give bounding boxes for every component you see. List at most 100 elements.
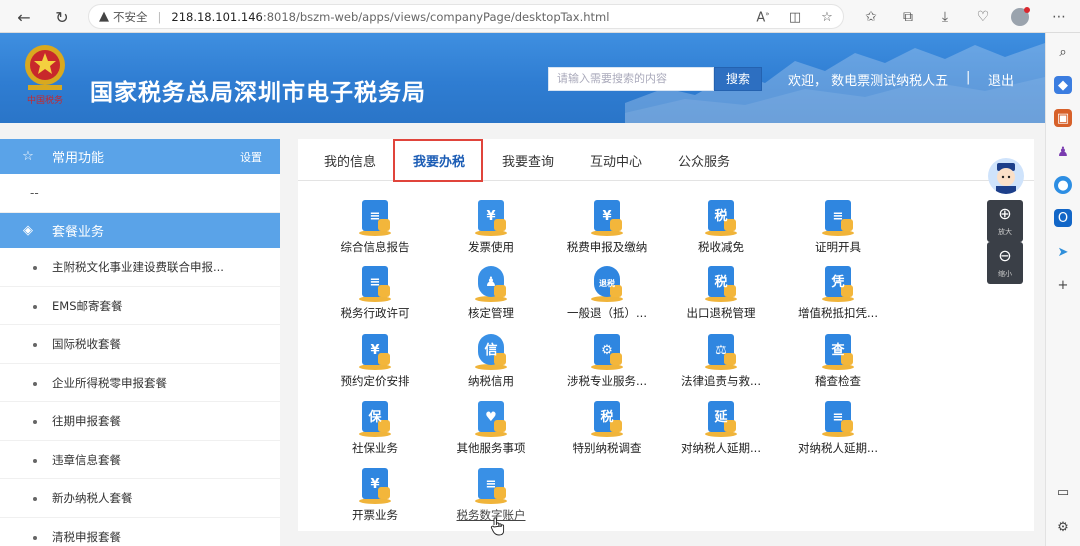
service-tile-icon: ⚖ <box>699 331 743 371</box>
header-separator: | <box>966 70 971 85</box>
service-tile-label: 综合信息报告 <box>340 240 410 254</box>
service-tile[interactable]: ≡ 证明开具 <box>779 197 897 255</box>
screen-icon[interactable]: ▭ <box>1054 483 1072 501</box>
tab-bar: 我的信息 我要办税 我要查询 互动中心 公众服务 <box>298 139 1034 182</box>
zoom-in-button[interactable]: ⊕ 放大 <box>987 200 1023 242</box>
service-tile-icon: ♟ <box>469 263 513 303</box>
search-icon[interactable]: ⌕ <box>1054 43 1072 61</box>
service-tile-icon: 税 <box>585 398 629 438</box>
tag-icon[interactable]: ◆ <box>1054 76 1072 94</box>
browser-sidebar: ⌕ ◆ ▣ ♟ ● O ➤ + ▭ ⚙ <box>1045 33 1080 546</box>
sidebar-item-culture-fee[interactable]: 主附税文化事业建设费联合申报... <box>0 248 280 287</box>
service-tile-icon: ≡ <box>469 465 513 505</box>
service-tile-label: 增值税抵扣凭... <box>798 306 878 320</box>
svg-text:税: 税 <box>714 274 727 290</box>
settings-gear-icon[interactable]: ⚙ <box>1054 518 1072 536</box>
service-tile[interactable]: 延对纳税人延期... <box>662 398 780 456</box>
briefcase-icon[interactable]: ▣ <box>1054 109 1072 127</box>
service-tile[interactable]: 查稽查检查 <box>779 331 897 389</box>
favorites-icon[interactable]: ✩ <box>858 5 884 29</box>
service-tile-icon: 延 <box>699 398 743 438</box>
url-path: :8018/bszm-web/apps/views/companyPage/de… <box>262 9 610 24</box>
sidebar-item-ems[interactable]: EMS邮寄套餐 <box>0 287 280 325</box>
service-tile-icon: ¥ <box>353 331 397 371</box>
person-icon[interactable]: ♟ <box>1054 143 1072 161</box>
address-bar[interactable]: ▲ 不安全 | 218.18.101.146:8018/bszm-web/app… <box>88 4 844 29</box>
service-tile-label: 税务行政许可 <box>340 306 410 320</box>
tab-interaction-center[interactable]: 互动中心 <box>590 151 642 170</box>
service-tile[interactable]: 凭增值税抵扣凭... <box>779 263 897 321</box>
service-tile-label: 核定管理 <box>468 306 514 320</box>
svg-text:税: 税 <box>600 409 613 425</box>
service-tile-icon: 信 <box>469 331 513 371</box>
tab-query[interactable]: 我要查询 <box>502 151 554 170</box>
service-tile-icon: 凭 <box>816 263 860 303</box>
settings-link[interactable]: 设置 <box>240 149 262 165</box>
sidebar-item-international-tax[interactable]: 国际税收套餐 <box>0 325 280 364</box>
svg-text:查: 查 <box>830 342 845 358</box>
back-icon[interactable]: ← <box>12 5 36 29</box>
service-tile-label: 社保业务 <box>352 441 398 455</box>
zoom-out-icon: ⊖ <box>998 246 1012 265</box>
common-functions-header[interactable]: ☆ 常用功能 设置 <box>0 139 280 174</box>
search-input[interactable]: 请输入需要搜索的内容 <box>548 67 714 91</box>
logout-link[interactable]: 退出 <box>988 70 1014 89</box>
profile-avatar[interactable] <box>1007 5 1033 29</box>
service-tile[interactable]: ⚙ 涉税专业服务... <box>548 331 666 389</box>
package-icon: ◈ <box>23 223 33 238</box>
service-tile[interactable]: ♟ 核定管理 <box>432 263 550 321</box>
service-tile[interactable]: 信纳税信用 <box>432 331 550 389</box>
search-button[interactable]: 搜索 <box>714 67 762 91</box>
sidebar-item-new-taxpayer[interactable]: 新办纳税人套餐 <box>0 479 280 518</box>
address-separator: | <box>157 9 162 24</box>
service-tile[interactable]: ¥ 预约定价安排 <box>316 331 434 389</box>
sidebar-item-enterprise-income-tax[interactable]: 企业所得税零申报套餐 <box>0 364 280 402</box>
service-tile[interactable]: 税特别纳税调查 <box>548 398 666 456</box>
zoom-out-button[interactable]: ⊖ 缩小 <box>987 242 1023 284</box>
service-tile-label: 稽查检查 <box>815 374 861 388</box>
add-icon[interactable]: + <box>1054 276 1072 294</box>
svg-text:≡: ≡ <box>833 209 844 224</box>
performance-icon[interactable]: ♡ <box>970 5 996 29</box>
service-tile-label: 纳税信用 <box>468 374 514 388</box>
service-tile-icon: 税 <box>699 197 743 237</box>
service-tile[interactable]: ≡ 税务数字账户 <box>432 465 550 523</box>
svg-text:退税: 退税 <box>599 278 615 288</box>
service-tile-label: 开票业务 <box>352 508 398 522</box>
service-tile[interactable]: ≡ 税务行政许可 <box>316 263 434 321</box>
service-tile[interactable]: ¥ 开票业务 <box>316 465 434 523</box>
refresh-icon[interactable]: ↻ <box>50 5 74 29</box>
service-tile[interactable]: 税出口退税管理 <box>662 263 780 321</box>
sidebar-item-tax-clearance[interactable]: 清税申报套餐 <box>0 518 280 546</box>
downloads-icon[interactable]: ⤓ <box>932 5 958 29</box>
service-tile[interactable]: ¥ 发票使用 <box>432 197 550 255</box>
sidebar-item-past-declaration[interactable]: 往期申报套餐 <box>0 402 280 441</box>
assistant-avatar[interactable] <box>988 158 1024 194</box>
service-tile[interactable]: 税税收减免 <box>662 197 780 255</box>
service-tile[interactable]: ¥ 税费申报及缴纳 <box>548 197 666 255</box>
edge-app-icon[interactable]: ● <box>1054 176 1072 194</box>
read-aloud-icon[interactable]: A» <box>747 10 779 25</box>
service-tile[interactable]: 保社保业务 <box>316 398 434 456</box>
service-tile[interactable]: 退税 一般退（抵）... <box>548 263 666 321</box>
package-business-header[interactable]: ◈ 套餐业务 <box>0 213 280 248</box>
collections-icon[interactable]: ⧉ <box>895 5 921 29</box>
tab-my-info[interactable]: 我的信息 <box>324 151 376 170</box>
svg-text:税: 税 <box>714 208 727 224</box>
split-screen-icon[interactable]: ◫ <box>779 10 811 25</box>
service-tile[interactable]: ⚖ 法律追责与救... <box>662 331 780 389</box>
service-tile-label: 其他服务事项 <box>456 441 526 455</box>
service-tile[interactable]: ♥ 其他服务事项 <box>432 398 550 456</box>
service-tile[interactable]: ≡ 综合信息报告 <box>316 197 434 255</box>
favorite-star-icon[interactable]: ☆ <box>811 10 843 25</box>
service-tile-label: 出口退税管理 <box>686 306 756 320</box>
svg-text:≡: ≡ <box>486 477 497 492</box>
main-panel: 我的信息 我要办税 我要查询 互动中心 公众服务 ≡ 综合信息报告 ¥ 发票使用 ¥ 税费… <box>298 139 1034 531</box>
svg-text:≡: ≡ <box>370 209 381 224</box>
outlook-icon[interactable]: O <box>1054 209 1072 227</box>
more-menu-icon[interactable]: ⋯ <box>1046 5 1072 29</box>
service-tile[interactable]: ≡ 对纳税人延期... <box>779 398 897 456</box>
tab-public-service[interactable]: 公众服务 <box>678 151 730 170</box>
send-icon[interactable]: ➤ <box>1054 243 1072 261</box>
sidebar-item-violation-info[interactable]: 违章信息套餐 <box>0 441 280 479</box>
